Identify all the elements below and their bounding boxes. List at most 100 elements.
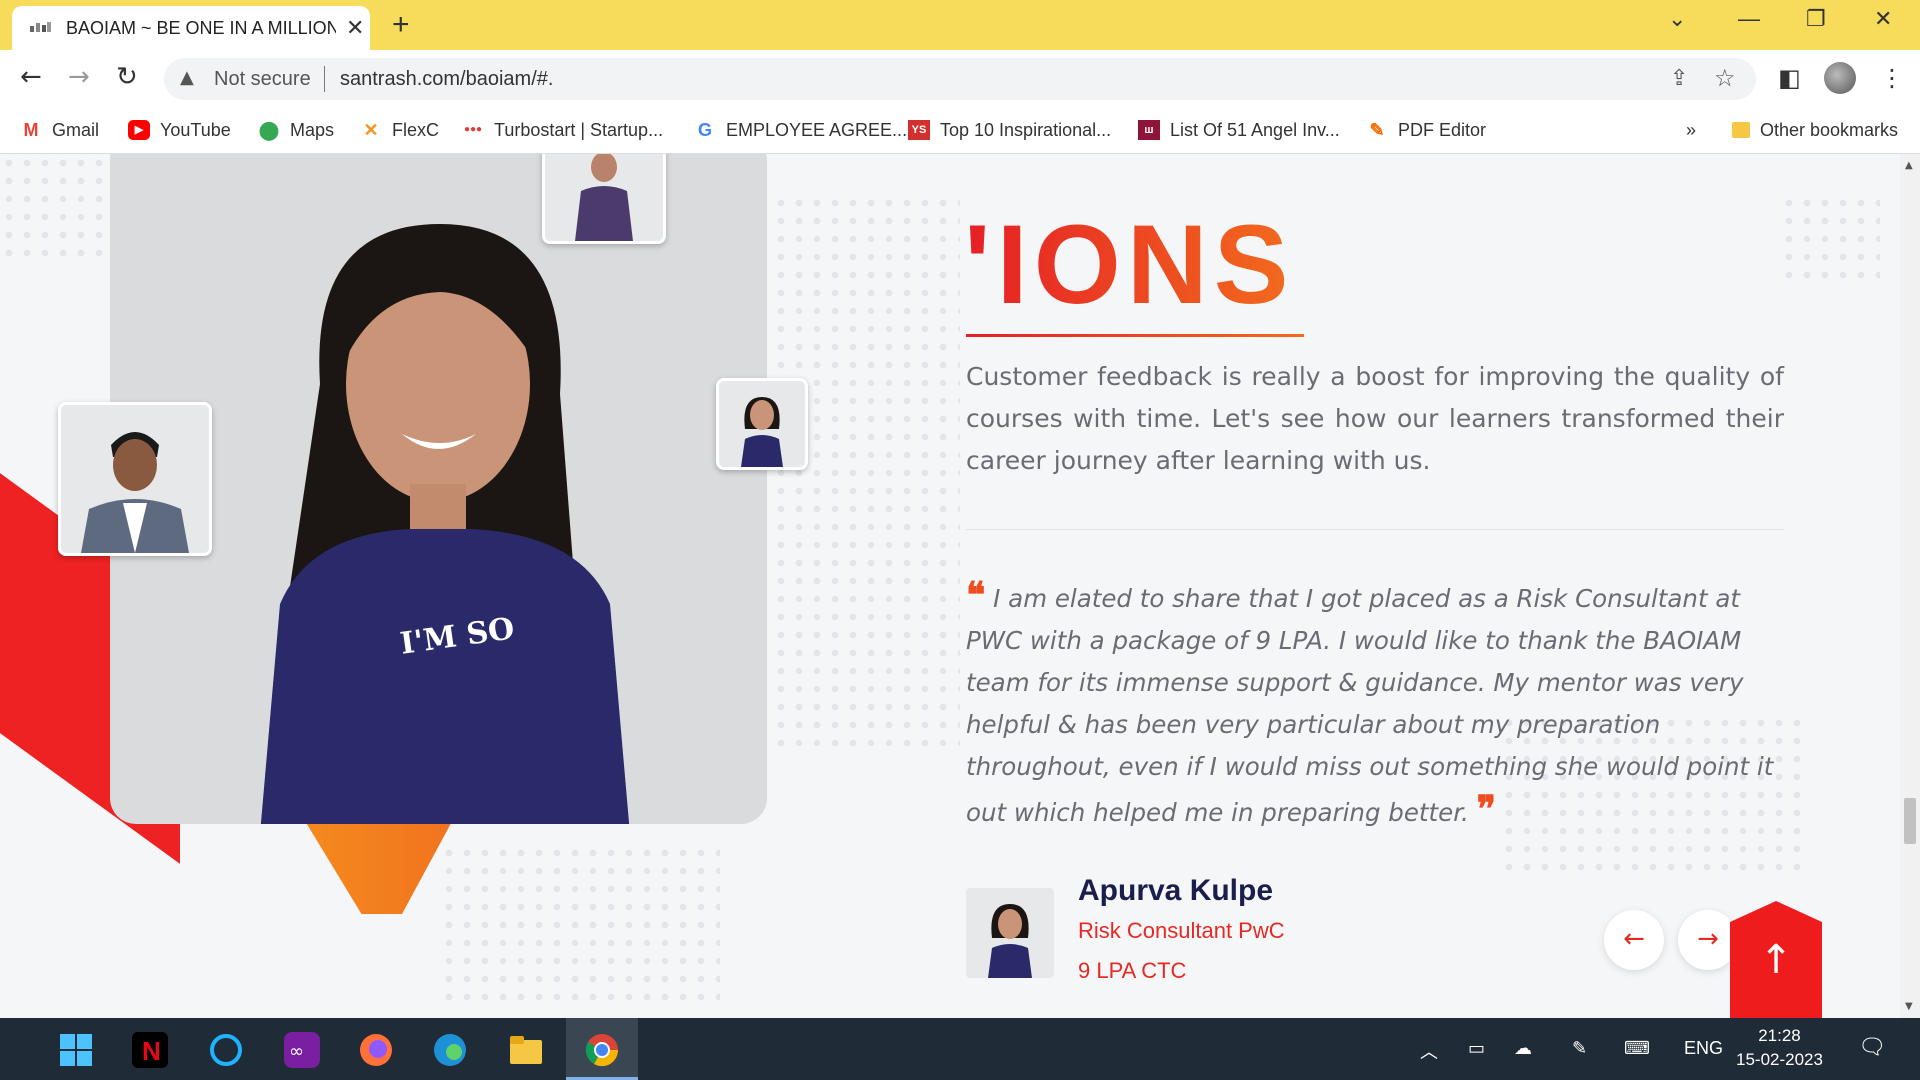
privacy-app-icon[interactable]: ∞ xyxy=(284,1032,320,1068)
bookmark-label: Maps xyxy=(290,119,335,140)
tab-strip: BAOIAM ~ BE ONE IN A MILLION ✕ + ⌄ — ❐ ✕ xyxy=(0,0,1920,50)
baoiam-favicon-icon xyxy=(30,22,51,32)
bookmark-employee-agree[interactable]: G EMPLOYEE AGREE... xyxy=(694,116,907,144)
folder-icon xyxy=(1732,122,1750,138)
address-bar[interactable]: ▲ Not secure santrash.com/baoiam/#. ⇪ ☆ xyxy=(164,58,1756,100)
browser-toolbar: ← → ↻ ▲ Not secure santrash.com/baoiam/#… xyxy=(0,50,1920,106)
bookmark-label: FlexC xyxy=(392,119,440,140)
next-testimonial-button[interactable]: → xyxy=(1678,910,1738,970)
firefox-icon[interactable] xyxy=(358,1032,394,1068)
warning-icon[interactable]: ▲ xyxy=(180,67,194,88)
bookmark-label: PDF Editor xyxy=(1398,119,1487,140)
bookmark-label: Turbostart | Startup... xyxy=(494,119,664,140)
overflow-chevron-icon: » xyxy=(1686,119,1697,140)
angel-icon: ш xyxy=(1138,120,1160,140)
pen-icon[interactable]: ✎ xyxy=(1572,1038,1587,1059)
bookmark-gmail[interactable]: M Gmail xyxy=(20,116,100,144)
forward-arrow-icon[interactable]: → xyxy=(68,62,90,92)
student-thumbnail[interactable] xyxy=(542,154,666,244)
turbostart-icon: ●●● xyxy=(463,124,483,135)
language-indicator[interactable]: ENG xyxy=(1684,1038,1723,1059)
back-arrow-icon[interactable]: ← xyxy=(20,62,42,92)
bookmark-top-10[interactable]: YS Top 10 Inspirational... xyxy=(908,116,1111,144)
bookmark-star-icon[interactable]: ☆ xyxy=(1714,64,1736,92)
bookmark-pdf-editor[interactable]: ✎ PDF Editor xyxy=(1366,116,1486,144)
scrollbar-thumb[interactable] xyxy=(1904,798,1916,844)
section-divider xyxy=(966,529,1784,530)
minimize-icon[interactable]: — xyxy=(1738,6,1760,32)
url-text[interactable]: santrash.com/baoiam/#. xyxy=(340,68,553,91)
bookmark-label: List Of 51 Angel Inv... xyxy=(1170,119,1340,140)
ys-icon: YS xyxy=(908,120,930,140)
bookmark-flexc[interactable]: ✕ FlexC xyxy=(360,116,439,144)
restore-icon[interactable]: ❐ xyxy=(1806,6,1826,32)
close-window-icon[interactable]: ✕ xyxy=(1874,6,1892,32)
right-arrow-icon: → xyxy=(1697,924,1719,954)
section-intro: Customer feedback is really a boost for … xyxy=(966,362,1784,475)
bookmark-label: Gmail xyxy=(52,119,100,140)
scroll-to-top-button[interactable]: ↑ xyxy=(1730,901,1822,1018)
windows-taskbar: N ∞ ︿ ▭ ☁ ✎ ⌨ ENG 21:28 15-02-2023 🗨 xyxy=(0,1018,1920,1080)
testimonial-ctc: 9 LPA CTC xyxy=(1078,958,1187,983)
browser-tab[interactable]: BAOIAM ~ BE ONE IN A MILLION ✕ xyxy=(12,6,370,50)
notifications-icon[interactable]: 🗨 xyxy=(1858,1034,1886,1060)
maps-icon: ⬤ xyxy=(258,120,280,140)
other-bookmarks-label: Other bookmarks xyxy=(1760,119,1899,140)
onedrive-cloud-icon[interactable]: ☁ xyxy=(1514,1038,1532,1059)
google-icon: G xyxy=(697,120,712,140)
other-bookmarks-folder[interactable]: Other bookmarks xyxy=(1732,116,1898,144)
testimonial-quote: ❝ I am elated to share that I got placed… xyxy=(966,574,1792,834)
student-thumbnail[interactable] xyxy=(716,378,808,470)
scroll-down-icon[interactable]: ▼ xyxy=(1905,1001,1913,1012)
bookmarks-overflow-button[interactable]: » xyxy=(1686,116,1696,144)
clock-time: 21:28 xyxy=(1758,1026,1801,1045)
world-map-dots xyxy=(1780,194,1880,284)
file-explorer-icon[interactable] xyxy=(508,1032,544,1068)
bookmark-turbostart[interactable]: ●●● Turbostart | Startup... xyxy=(462,116,663,144)
page-scrollbar[interactable]: ▲ ▼ xyxy=(1900,154,1920,1018)
previous-testimonial-button[interactable]: ← xyxy=(1604,910,1664,970)
youtube-icon: ▶ xyxy=(128,120,150,140)
clock[interactable]: 21:28 15-02-2023 xyxy=(1736,1024,1823,1072)
edge-icon[interactable] xyxy=(432,1032,468,1068)
share-icon[interactable]: ⇪ xyxy=(1670,66,1688,91)
tab-title: BAOIAM ~ BE ONE IN A MILLION xyxy=(66,18,336,38)
reload-icon[interactable]: ↻ xyxy=(116,62,138,92)
testimonial-avatar xyxy=(966,888,1054,978)
bookmark-label: Top 10 Inspirational... xyxy=(940,119,1112,140)
pdf-editor-icon: ✎ xyxy=(1369,120,1385,140)
side-panel-icon[interactable]: ◧ xyxy=(1778,64,1801,92)
address-separator xyxy=(324,66,325,92)
security-label[interactable]: Not secure xyxy=(214,68,311,91)
student-thumbnail[interactable] xyxy=(58,402,212,556)
netflix-icon[interactable]: N xyxy=(132,1032,168,1068)
cortana-icon[interactable] xyxy=(208,1032,244,1068)
scroll-up-icon[interactable]: ▲ xyxy=(1905,160,1913,171)
new-tab-button[interactable]: + xyxy=(392,8,410,42)
tab-close-icon[interactable]: ✕ xyxy=(346,16,364,41)
battery-icon[interactable]: ▭ xyxy=(1468,1038,1485,1059)
profile-avatar[interactable] xyxy=(1824,62,1856,94)
tray-chevron-up-icon[interactable]: ︿ xyxy=(1420,1038,1438,1064)
close-quote-icon: ❞ xyxy=(1476,788,1496,830)
left-arrow-icon: ← xyxy=(1623,924,1645,954)
chrome-icon[interactable] xyxy=(584,1032,620,1068)
menu-kebab-icon[interactable]: ⋮ xyxy=(1880,64,1904,92)
tab-search-chevron-icon[interactable]: ⌄ xyxy=(1668,6,1686,32)
bookmark-angel-investors[interactable]: ш List Of 51 Angel Inv... xyxy=(1138,116,1340,144)
keyboard-icon[interactable]: ⌨ xyxy=(1624,1038,1650,1059)
windows-start-icon[interactable] xyxy=(58,1032,94,1068)
testimonial-text: I am elated to share that I got placed a… xyxy=(966,584,1774,827)
heading-underline xyxy=(966,334,1304,337)
bookmark-youtube[interactable]: ▶ YouTube xyxy=(128,116,231,144)
clock-date: 15-02-2023 xyxy=(1736,1050,1823,1069)
flexc-icon: ✕ xyxy=(363,120,379,140)
up-arrow-icon: ↑ xyxy=(1759,937,1793,983)
gmail-icon: M xyxy=(23,120,39,140)
bookmark-label: YouTube xyxy=(160,119,231,140)
bookmark-maps[interactable]: ⬤ Maps xyxy=(258,116,334,144)
bookmark-label: EMPLOYEE AGREE... xyxy=(726,119,908,140)
testimonial-name: Apurva Kulpe xyxy=(1078,874,1274,907)
page-viewport: I'M SO 'IONS Customer feedback is really… xyxy=(0,154,1900,1018)
svg-text:∞: ∞ xyxy=(289,1041,304,1062)
